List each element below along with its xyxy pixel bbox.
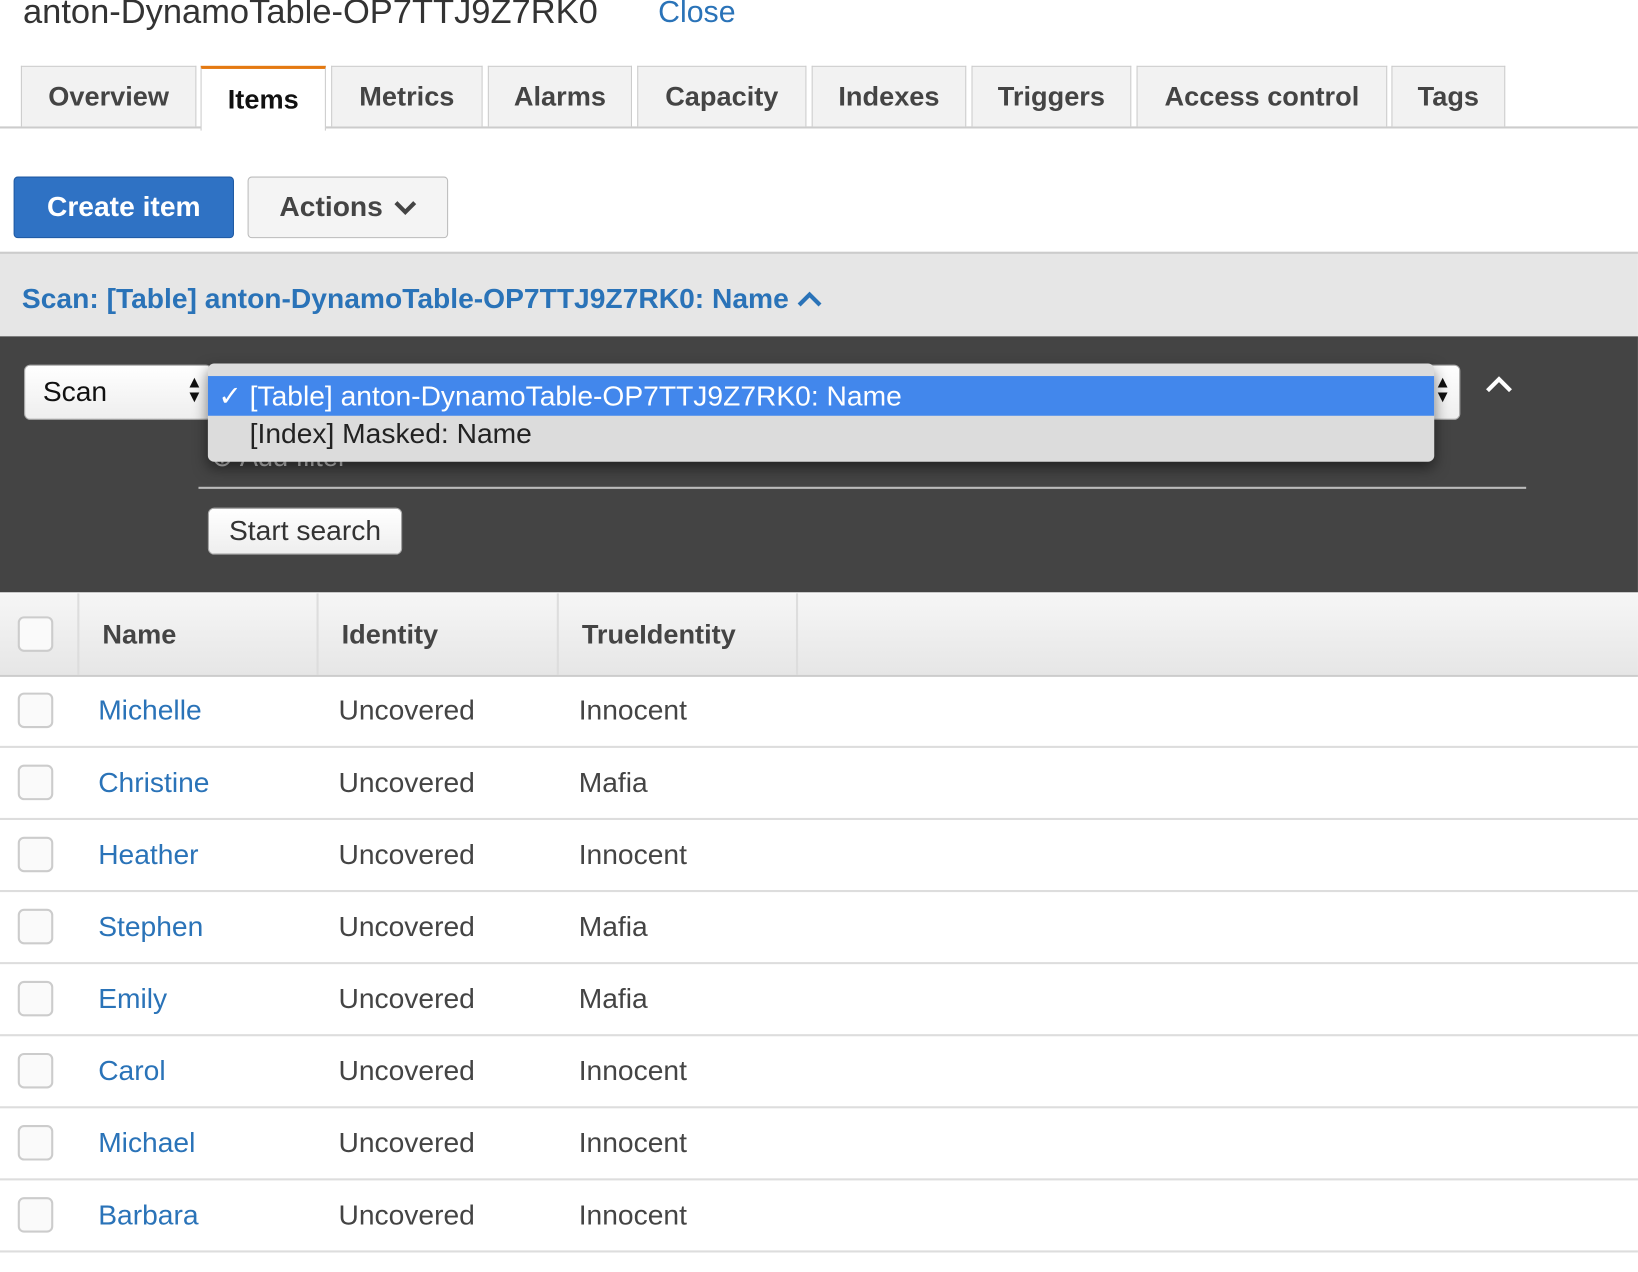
identity-cell: Uncovered (338, 1127, 475, 1159)
table-title: anton-DynamoTable-OP7TTJ9Z7RK0 (22, 0, 598, 31)
row-checkbox[interactable] (17, 980, 54, 1017)
item-name-link[interactable]: Michael (98, 1127, 195, 1158)
table-header: Name Identity TrueIdentity (0, 593, 1638, 677)
scan-summary: Scan: [Table] anton-DynamoTable-OP7TTJ9Z… (21, 283, 789, 315)
divider (198, 486, 1527, 489)
row-checkbox[interactable] (17, 908, 54, 945)
row-checkbox[interactable] (17, 692, 54, 729)
trueidentity-cell: Mafia (578, 910, 648, 943)
identity-cell: Uncovered (338, 910, 475, 943)
trueidentity-cell: Innocent (578, 694, 687, 726)
tab-capacity[interactable]: Capacity (637, 65, 807, 127)
item-name-link[interactable]: Heather (98, 839, 198, 870)
item-name-link[interactable]: Carol (98, 1055, 165, 1086)
tab-alarms[interactable]: Alarms (487, 65, 632, 127)
table-row: Stephen Uncovered Mafia (0, 892, 1638, 965)
scan-summary-bar[interactable]: Scan: [Table] anton-DynamoTable-OP7TTJ9Z… (0, 251, 1638, 339)
item-name-link[interactable]: Barbara (98, 1199, 198, 1230)
tab-tags[interactable]: Tags (1391, 65, 1506, 127)
identity-cell: Uncovered (338, 982, 475, 1015)
table-index-dropdown: ✓ [Table] anton-DynamoTable-OP7TTJ9Z7RK0:… (207, 363, 1435, 462)
tab-access-control[interactable]: Access control (1136, 65, 1388, 127)
item-name-link[interactable]: Stephen (98, 911, 203, 942)
item-name-link[interactable]: Michelle (98, 695, 201, 726)
dropdown-option-table[interactable]: ✓ [Table] anton-DynamoTable-OP7TTJ9Z7RK0:… (207, 376, 1435, 416)
select-arrows-icon: ▲ ▼ (1434, 373, 1451, 407)
close-link[interactable]: Close (658, 0, 735, 30)
table-row: Michael Uncovered Innocent (0, 1108, 1638, 1181)
tab-triggers[interactable]: Triggers (971, 65, 1132, 127)
chevron-down-icon (393, 200, 416, 215)
trueidentity-cell: Innocent (578, 1127, 687, 1159)
item-name-link[interactable]: Emily (98, 983, 167, 1014)
column-header-name[interactable]: Name (79, 593, 319, 675)
scan-mode-value: Scan (42, 376, 108, 408)
tab-indexes[interactable]: Indexes (811, 65, 967, 127)
select-all-checkbox[interactable] (17, 616, 54, 652)
table-row: Emily Uncovered Mafia (0, 964, 1638, 1037)
row-checkbox[interactable] (17, 1052, 54, 1089)
create-item-button[interactable]: Create item (13, 176, 234, 239)
start-search-button[interactable]: Start search (207, 507, 403, 555)
table-row: Heather Uncovered Innocent (0, 820, 1638, 893)
trueidentity-cell: Mafia (578, 982, 648, 1015)
select-all-cell (0, 593, 80, 675)
row-checkbox[interactable] (17, 836, 54, 873)
tab-overview[interactable]: Overview (20, 65, 197, 127)
identity-cell: Uncovered (338, 766, 475, 799)
identity-cell: Uncovered (338, 1199, 475, 1231)
tab-metrics[interactable]: Metrics (331, 65, 483, 127)
actions-button[interactable]: Actions (247, 176, 449, 239)
item-name-link[interactable]: Christine (98, 767, 209, 798)
trueidentity-cell: Innocent (578, 1055, 687, 1087)
table-row: Michelle Uncovered Innocent (0, 676, 1638, 748)
trueidentity-cell: Innocent (578, 838, 687, 871)
row-checkbox[interactable] (17, 1197, 54, 1233)
scan-mode-select[interactable]: Scan ▲ ▼ (24, 364, 213, 420)
tab-items[interactable]: Items (200, 65, 326, 131)
chevron-up-icon (797, 291, 822, 307)
identity-cell: Uncovered (338, 694, 475, 726)
option-label: [Index] Masked: Name (249, 417, 532, 450)
checkmark-icon: ✓ (218, 380, 242, 412)
column-header-trueidentity[interactable]: TrueIdentity (559, 593, 799, 675)
table-row: Barbara Uncovered Innocent (0, 1180, 1638, 1253)
row-checkbox[interactable] (17, 764, 54, 801)
trueidentity-cell: Innocent (578, 1199, 687, 1231)
trueidentity-cell: Mafia (578, 766, 648, 799)
actions-label: Actions (279, 191, 383, 223)
identity-cell: Uncovered (338, 1055, 475, 1087)
option-label: [Table] anton-DynamoTable-OP7TTJ9Z7RK0: … (249, 380, 902, 412)
dropdown-option-index[interactable]: [Index] Masked: Name (208, 414, 1434, 454)
collapse-panel-icon[interactable] (1483, 374, 1514, 395)
identity-cell: Uncovered (338, 838, 475, 871)
row-checkbox[interactable] (17, 1125, 54, 1161)
select-arrows-icon: ▲ ▼ (186, 373, 203, 407)
table-row: Christine Uncovered Mafia (0, 748, 1638, 821)
column-header-identity[interactable]: Identity (319, 593, 559, 675)
table-row: Carol Uncovered Innocent (0, 1036, 1638, 1109)
